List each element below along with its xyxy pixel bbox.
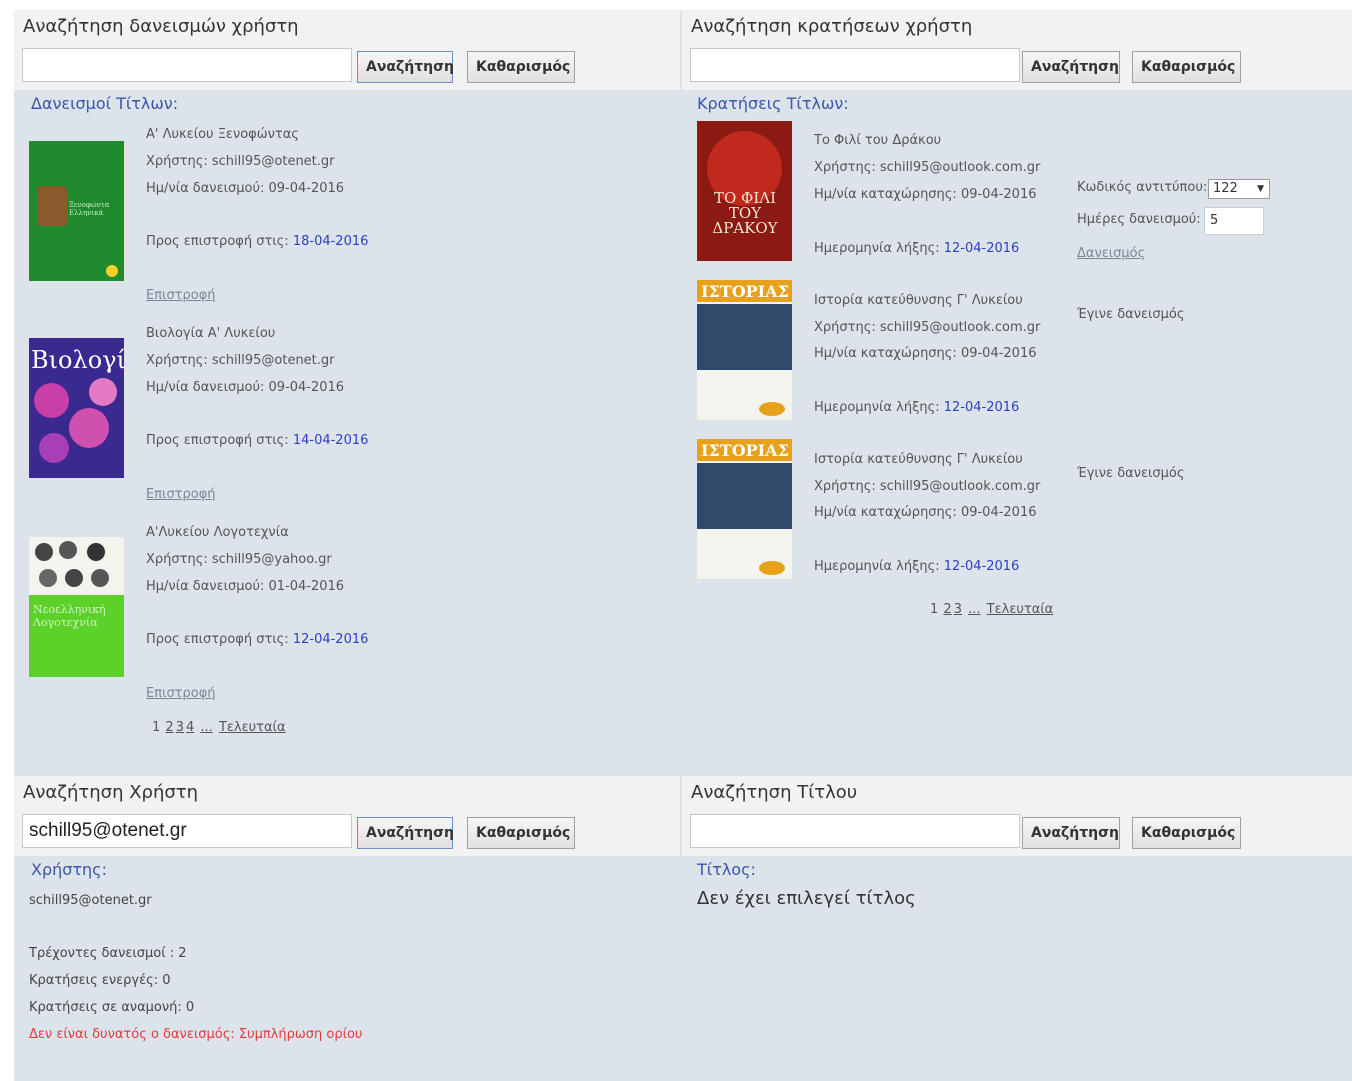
- loan-return-line: Προς επιστροφή στις: 14-04-2016: [146, 433, 369, 448]
- pager-page-link[interactable]: 3: [954, 602, 962, 617]
- title-section-label: Τίτλος:: [697, 860, 756, 879]
- user-section-label: Χρήστης:: [31, 860, 107, 879]
- current-loans-count: Τρέχοντες δανεισμοί : 2: [29, 946, 187, 961]
- loans-search-panel: Αναζήτηση δανεισμών χρήστη Αναζήτηση Καθ…: [14, 10, 680, 770]
- user-search-panel: Αναζήτηση Χρήστη Αναζήτηση Καθαρισμός Χρ…: [14, 776, 680, 1076]
- loan-title: Α'Λυκείου Λογοτεχνία: [146, 525, 289, 540]
- pending-reservations-count: Κρατήσεις σε αναμονή: 0: [29, 1000, 195, 1015]
- loan-days-label: Ημέρες δανεισμού:: [1077, 212, 1201, 227]
- reservations-search-button[interactable]: Αναζήτηση: [1022, 51, 1120, 83]
- pager-more-link[interactable]: ...: [968, 602, 980, 617]
- reservations-panel-title: Αναζήτηση κρατήσεων χρήστη: [691, 16, 973, 37]
- loans-search-header: Αναζήτηση δανεισμών χρήστη Αναζήτηση Καθ…: [14, 10, 680, 90]
- title-search-button[interactable]: Αναζήτηση: [1022, 817, 1120, 849]
- reservation-title: Το Φιλί του Δράκου: [814, 133, 942, 148]
- reservation-date-line: Ημ/νία καταχώρησης: 09-04-2016: [814, 505, 1037, 520]
- copy-code-label: Κωδικός αντιτύπου:: [1077, 180, 1208, 195]
- loan-limit-warning: Δεν είναι δυνατός ο δανεισμός: Συμπλήρωσ…: [29, 1027, 363, 1042]
- cover-text: ΙΣΤΟΡΙΑΣ: [701, 441, 789, 460]
- reservation-title: Ιστορία κατεύθυνσης Γ' Λυκείου: [814, 293, 1023, 308]
- loan-user-line: Χρήστης: schill95@yahoo.gr: [146, 552, 332, 567]
- user-clear-button[interactable]: Καθαρισμός: [467, 817, 575, 849]
- cover-text: ΤΟ ΦΙΛΙ ΤΟΥ ΔΡΑΚΟΥ: [712, 189, 778, 237]
- loan-user-line: Χρήστης: schill95@otenet.gr: [146, 353, 335, 368]
- pager-page-link[interactable]: 2: [165, 720, 173, 735]
- reservation-expire-line: Ημερομηνία λήξης: 12-04-2016: [814, 241, 1020, 256]
- reservation-date-line: Ημ/νία καταχώρησης: 09-04-2016: [814, 346, 1037, 361]
- title-panel-title: Αναζήτηση Τίτλου: [691, 782, 858, 803]
- loan-date-line: Ημ/νία δανεισμού: 09-04-2016: [146, 380, 345, 395]
- return-link[interactable]: Επιστροφή: [146, 686, 216, 701]
- loans-pager: 1 234 ... Τελευταία: [152, 720, 287, 735]
- loans-section-label: Δανεισμοί Τίτλων:: [31, 94, 179, 113]
- cover-text: Ξενοφώντα Ελληνικά: [69, 201, 110, 217]
- copy-code-select[interactable]: 122 ▼: [1208, 179, 1270, 199]
- reservation-expire-line: Ημερομηνία λήξης: 12-04-2016: [814, 559, 1020, 574]
- return-link[interactable]: Επιστροφή: [146, 487, 216, 502]
- loan-link[interactable]: Δανεισμός: [1077, 246, 1145, 261]
- reservations-pager: 1 23 ... Τελευταία: [930, 602, 1054, 617]
- reservations-section-label: Κρατήσεις Τίτλων:: [697, 94, 849, 113]
- loan-return-line: Προς επιστροφή στις: 12-04-2016: [146, 632, 369, 647]
- pager-page-link[interactable]: 2: [943, 602, 951, 617]
- user-search-input[interactable]: [22, 814, 352, 848]
- chevron-down-icon: ▼: [1257, 184, 1264, 194]
- loan-date-line: Ημ/νία δανεισμού: 09-04-2016: [146, 181, 345, 196]
- title-search-input[interactable]: [690, 814, 1020, 848]
- return-link[interactable]: Επιστροφή: [146, 288, 216, 303]
- user-email: schill95@otenet.gr: [29, 893, 152, 908]
- reservations-clear-button[interactable]: Καθαρισμός: [1132, 51, 1241, 83]
- reservations-search-panel: Αναζήτηση κρατήσεων χρήστη Αναζήτηση Καθ…: [682, 10, 1352, 770]
- title-search-header: Αναζήτηση Τίτλου Αναζήτηση Καθαρισμός: [682, 776, 1352, 856]
- pager-more-link[interactable]: ...: [200, 720, 212, 735]
- cover-text: ΙΣΤΟΡΙΑΣ: [701, 282, 789, 301]
- reservation-expire-line: Ημερομηνία λήξης: 12-04-2016: [814, 400, 1020, 415]
- cover-text: Νεοελληνική Λογοτεχνία: [33, 603, 106, 629]
- loans-clear-button[interactable]: Καθαρισμός: [467, 51, 575, 83]
- loan-user-line: Χρήστης: schill95@otenet.gr: [146, 154, 335, 169]
- pager-current: 1: [930, 602, 939, 617]
- book-cover-dragon: ΤΟ ΦΙΛΙ ΤΟΥ ΔΡΑΚΟΥ: [697, 121, 792, 261]
- loan-title: Βιολογία Α' Λυκείου: [146, 326, 276, 341]
- book-cover-history: ΙΣΤΟΡΙΑΣ: [697, 280, 792, 420]
- reservation-status: Έγινε δανεισμός: [1077, 466, 1185, 481]
- reservation-status: Έγινε δανεισμός: [1077, 307, 1185, 322]
- user-search-header: Αναζήτηση Χρήστη Αναζήτηση Καθαρισμός: [14, 776, 680, 856]
- book-cover-literature: Νεοελληνική Λογοτεχνία: [29, 537, 124, 677]
- title-search-panel: Αναζήτηση Τίτλου Αναζήτηση Καθαρισμός Τί…: [682, 776, 1352, 1076]
- reservations-search-input[interactable]: [690, 48, 1020, 82]
- loans-search-input[interactable]: [22, 48, 352, 82]
- loans-panel-title: Αναζήτηση δανεισμών χρήστη: [23, 16, 299, 37]
- loan-title: Α' Λυκείου Ξενοφώντας: [146, 127, 299, 142]
- no-title-message: Δεν έχει επιλεγεί τίτλος: [697, 888, 916, 909]
- reservation-title: Ιστορία κατεύθυνσης Γ' Λυκείου: [814, 452, 1023, 467]
- user-search-button[interactable]: Αναζήτηση: [357, 817, 454, 849]
- pager-last-link[interactable]: Τελευταία: [219, 720, 286, 735]
- reservation-user-line: Χρήστης: schill95@outlook.com.gr: [814, 320, 1041, 335]
- loans-search-button[interactable]: Αναζήτηση: [357, 51, 454, 83]
- book-cover-xenofon: Ξενοφώντα Ελληνικά: [29, 141, 124, 281]
- cover-text: Βιολογία: [31, 346, 124, 374]
- pager-page-link[interactable]: 3: [176, 720, 184, 735]
- book-cover-biology: Βιολογία: [29, 338, 124, 478]
- user-panel-title: Αναζήτηση Χρήστη: [23, 782, 199, 803]
- loan-days-input[interactable]: 5: [1204, 207, 1264, 235]
- pager-page-link[interactable]: 4: [186, 720, 194, 735]
- loan-return-line: Προς επιστροφή στις: 18-04-2016: [146, 234, 369, 249]
- copy-code-value: 122: [1213, 181, 1238, 196]
- reservation-date-line: Ημ/νία καταχώρησης: 09-04-2016: [814, 187, 1037, 202]
- reservations-search-header: Αναζήτηση κρατήσεων χρήστη Αναζήτηση Καθ…: [682, 10, 1352, 90]
- pager-current: 1: [152, 720, 161, 735]
- pager-last-link[interactable]: Τελευταία: [987, 602, 1054, 617]
- reservation-user-line: Χρήστης: schill95@outlook.com.gr: [814, 479, 1041, 494]
- book-cover-history: ΙΣΤΟΡΙΑΣ: [697, 439, 792, 579]
- active-reservations-count: Κρατήσεις ενεργές: 0: [29, 973, 171, 988]
- loan-date-line: Ημ/νία δανεισμού: 01-04-2016: [146, 579, 345, 594]
- title-clear-button[interactable]: Καθαρισμός: [1132, 817, 1241, 849]
- reservation-user-line: Χρήστης: schill95@outlook.com.gr: [814, 160, 1041, 175]
